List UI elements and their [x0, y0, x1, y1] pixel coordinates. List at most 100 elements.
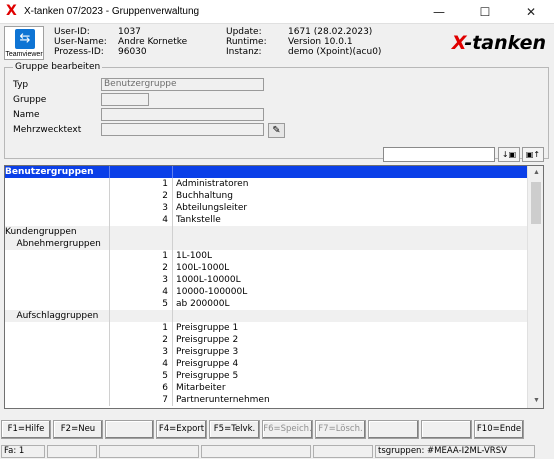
user-name-label: User-Name:	[54, 37, 107, 47]
list-item[interactable]: 2 Buchhaltung	[5, 190, 543, 202]
group-category-cell	[5, 214, 110, 226]
user-id-label: User-ID:	[54, 27, 90, 37]
type-label: Typ	[13, 80, 29, 90]
group-number-cell: 4	[111, 358, 173, 370]
group-category-cell	[5, 298, 110, 310]
group-category-cell	[5, 286, 110, 298]
group-category-cell	[5, 190, 110, 202]
group-number-cell: 1	[111, 178, 173, 190]
group-category-cell	[5, 346, 110, 358]
type-field[interactable]: Benutzergruppe	[101, 78, 264, 91]
list-item[interactable]: 4 Preisgruppe 4	[5, 358, 543, 370]
group-number-cell: 1	[111, 322, 173, 334]
f6-save-button[interactable]: F6=Speich.	[262, 420, 313, 439]
group-number-cell: 4	[111, 286, 173, 298]
list-item[interactable]: 4 Tankstelle	[5, 214, 543, 226]
f4-export-button[interactable]: F4=Export	[156, 420, 207, 439]
group-name-cell: 1000L-10000L	[176, 275, 241, 285]
f1-help-button[interactable]: F1=Hilfe	[1, 420, 51, 439]
scrollbar-thumb[interactable]	[531, 182, 541, 224]
find-previous-button[interactable]: ▣↑	[522, 147, 544, 162]
vertical-scrollbar[interactable]: ▲ ▼	[527, 166, 543, 408]
group-number-cell: 3	[111, 346, 173, 358]
logo-text: -tanken	[464, 32, 546, 54]
list-item[interactable]: 3 Abteilungsleiter	[5, 202, 543, 214]
group-category-cell	[5, 358, 110, 370]
scroll-up-icon[interactable]: ▲	[528, 166, 543, 180]
maximize-button[interactable]: ☐	[462, 0, 508, 24]
app-logo-icon: X	[6, 3, 17, 19]
group-list-rows: Benutzergruppen 1 Administratoren 2 Buchhalt…	[5, 166, 543, 406]
group-category-cell	[5, 178, 110, 190]
window-title: X-tanken 07/2023 - Gruppenverwaltung	[24, 6, 200, 17]
group-list[interactable]: Benutzergruppen 1 Administratoren 2 Buchhalt…	[4, 165, 544, 409]
scroll-down-icon[interactable]: ▼	[528, 394, 543, 408]
f9-empty-button[interactable]	[421, 420, 472, 439]
group-category-cell	[5, 382, 110, 394]
group-number-cell: 5	[111, 298, 173, 310]
minimize-button[interactable]: —	[416, 0, 462, 24]
group-name-cell: Buchhaltung	[176, 191, 233, 201]
group-label: Gruppe	[13, 95, 47, 105]
status-panel-empty-1	[47, 445, 97, 458]
list-item[interactable]: 7 Partnerunternehmen	[5, 394, 543, 406]
status-bar: Fa: 1 tsgruppen: #MEAA-I2ML-VRSV	[0, 444, 554, 459]
close-button[interactable]: ✕	[508, 0, 554, 24]
status-program: tsgruppen: #MEAA-I2ML-VRSV	[375, 445, 535, 458]
group-name-cell: Preisgruppe 2	[176, 335, 239, 345]
search-input[interactable]	[383, 147, 495, 162]
list-row-selected[interactable]: Benutzergruppen	[5, 166, 543, 178]
instance-label: Instanz:	[226, 47, 262, 57]
f8-empty-button[interactable]	[368, 420, 419, 439]
list-group-row[interactable]: Abnehmergruppen	[5, 238, 543, 250]
pencil-icon[interactable]: ✎	[268, 123, 285, 138]
group-number-cell: 2	[111, 190, 173, 202]
list-item[interactable]: 1 Administratoren	[5, 178, 543, 190]
list-item[interactable]: 5 ab 200000L	[5, 298, 543, 310]
group-category-cell: Kundengruppen	[5, 226, 110, 238]
group-number-cell: 3	[111, 202, 173, 214]
f10-end-button[interactable]: F10=Ende	[474, 420, 524, 439]
f3-empty-button[interactable]	[105, 420, 154, 439]
f5-telvk-button[interactable]: F5=Telvk.	[209, 420, 260, 439]
list-group-row[interactable]: Kundengruppen	[5, 226, 543, 238]
list-item[interactable]: 1 1L-100L	[5, 250, 543, 262]
group-name-cell	[175, 238, 443, 250]
group-number-cell: 5	[111, 370, 173, 382]
list-group-row[interactable]: Aufschlaggruppen	[5, 310, 543, 322]
group-edit-legend: Gruppe bearbeiten	[13, 62, 103, 72]
list-item[interactable]: 5 Preisgruppe 5	[5, 370, 543, 382]
list-item[interactable]: 2 100L-1000L	[5, 262, 543, 274]
multipurpose-text-field[interactable]	[101, 123, 264, 136]
update-label: Update:	[226, 27, 262, 37]
list-item[interactable]: 4 10000-100000L	[5, 286, 543, 298]
group-category-cell: Aufschlaggruppen	[5, 310, 110, 322]
list-item[interactable]: 3 1000L-10000L	[5, 274, 543, 286]
list-item[interactable]: 1 Preisgruppe 1	[5, 322, 543, 334]
find-next-button[interactable]: ↓▣	[498, 147, 520, 162]
header: ⇆ Teamviewer User-ID: 1037 User-Name: An…	[0, 24, 554, 62]
status-panel-empty-2	[99, 445, 199, 458]
group-name-cell	[175, 226, 443, 238]
list-item[interactable]: 2 Preisgruppe 2	[5, 334, 543, 346]
group-category-cell	[5, 202, 110, 214]
runtime-label: Runtime:	[226, 37, 267, 47]
group-number-cell: 7	[111, 394, 173, 406]
group-name-cell: 1L-100L	[176, 251, 213, 261]
list-item[interactable]: 6 Mitarbeiter	[5, 382, 543, 394]
group-number-cell: 6	[111, 382, 173, 394]
group-number-cell	[111, 310, 173, 322]
runtime-value: Version 10.0.1	[288, 37, 353, 47]
f7-delete-button[interactable]: F7=Lösch.	[315, 420, 366, 439]
list-item[interactable]: 3 Preisgruppe 3	[5, 346, 543, 358]
group-name-cell: Mitarbeiter	[176, 383, 226, 393]
group-field[interactable]	[101, 93, 149, 106]
process-id-value: 96030	[118, 47, 147, 57]
group-name-cell: Preisgruppe 4	[176, 359, 239, 369]
teamviewer-button[interactable]: ⇆ Teamviewer	[4, 26, 44, 60]
process-id-label: Prozess-ID:	[54, 47, 104, 57]
f2-new-button[interactable]: F2=Neu	[53, 420, 103, 439]
name-field[interactable]	[101, 108, 264, 121]
teamviewer-label: Teamviewer	[5, 51, 43, 58]
group-name-cell: Administratoren	[176, 179, 249, 189]
